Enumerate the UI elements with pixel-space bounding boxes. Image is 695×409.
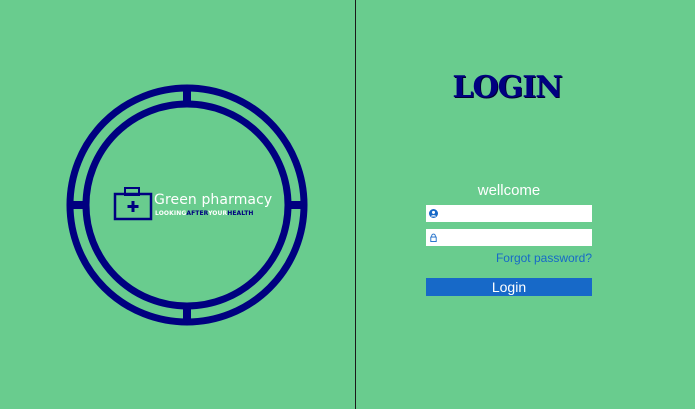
- login-heading: LOGIN: [452, 70, 562, 105]
- login-panel: LOGIN wellcome Forgot password? Login: [357, 0, 695, 409]
- password-input[interactable]: [442, 229, 590, 246]
- username-input[interactable]: [442, 205, 590, 222]
- brand-tagline: LOOKINGAFTERYOURHEALTH: [155, 210, 254, 217]
- tagline-part: HEALTH: [227, 210, 254, 217]
- tagline-part: LOOKING: [155, 210, 187, 217]
- lock-icon: [430, 233, 437, 242]
- forgot-password-link[interactable]: Forgot password?: [426, 251, 592, 265]
- login-button[interactable]: Login: [426, 278, 592, 296]
- username-field[interactable]: [426, 205, 592, 222]
- brand-name: Green pharmacy: [154, 192, 273, 208]
- tagline-part: YOUR: [208, 210, 228, 217]
- logo-panel: Green pharmacy LOOKINGAFTERYOURHEALTH: [0, 0, 356, 409]
- medical-kit-icon: [113, 187, 153, 221]
- welcome-text: wellcome: [477, 182, 541, 199]
- tagline-part: AFTER: [186, 210, 209, 217]
- password-field[interactable]: [426, 229, 592, 246]
- user-icon: [429, 209, 438, 218]
